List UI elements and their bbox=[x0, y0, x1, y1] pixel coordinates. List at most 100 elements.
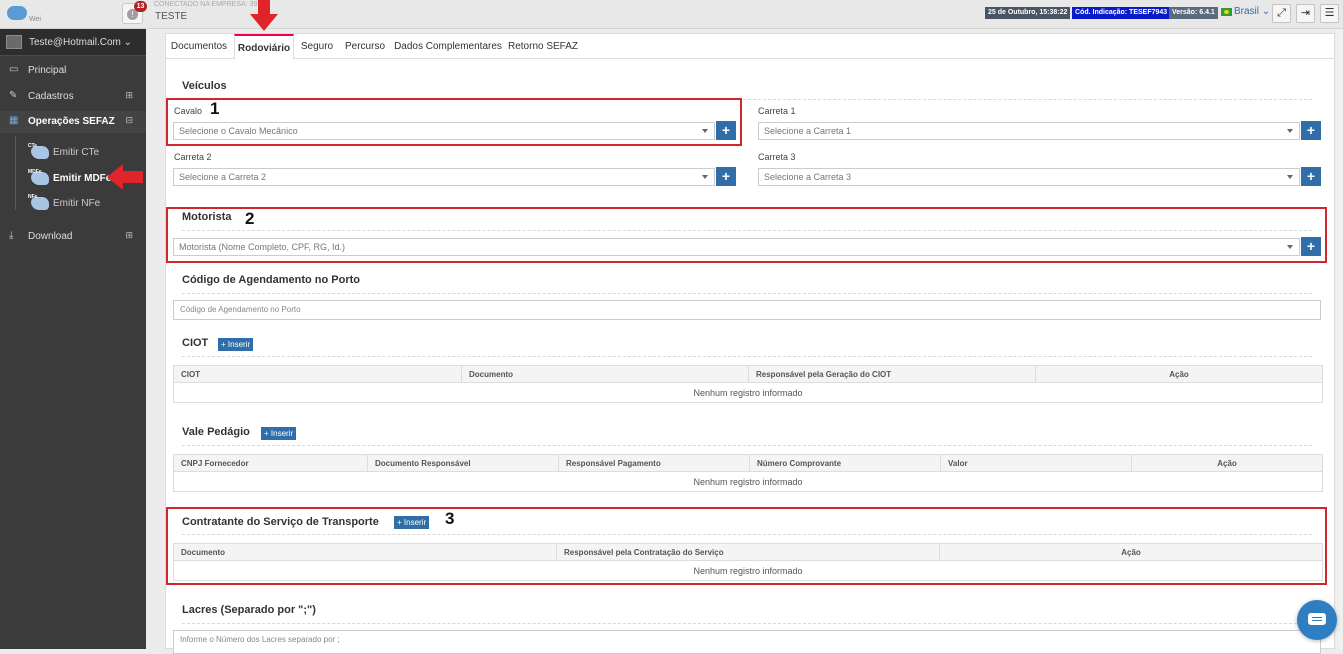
sidebar-subitem-label: Emitir CTe bbox=[53, 147, 100, 158]
ciot-title: CIOT bbox=[182, 337, 209, 349]
carreta2-label: Carreta 2 bbox=[174, 152, 212, 162]
annotation-box-1 bbox=[166, 98, 742, 146]
logout-icon: ⇥ bbox=[1300, 7, 1311, 19]
avatar bbox=[6, 35, 22, 49]
chat-button[interactable] bbox=[1297, 600, 1337, 640]
annotation-number-1: 1 bbox=[210, 99, 220, 118]
divider bbox=[182, 445, 1312, 446]
add-carreta1-button[interactable]: + bbox=[1301, 121, 1321, 140]
chat-icon bbox=[1308, 613, 1326, 625]
top-bar: Wei ! 13 CONECTADO NA EMPRESA: 39 TESTE … bbox=[0, 0, 1343, 31]
sidebar-subitem-label: Emitir NFe bbox=[53, 198, 101, 209]
user-menu[interactable]: Teste@Hotmail.Com ⌄ bbox=[0, 29, 146, 56]
chevron-down-icon: ⌄ bbox=[1261, 6, 1271, 17]
tab-retorno-sefaz[interactable]: Retorno SEFAZ bbox=[507, 34, 579, 59]
brazil-flag-icon bbox=[1221, 8, 1232, 16]
expand-icon: ⊞ bbox=[125, 230, 133, 240]
tab-dados-complementares[interactable]: Dados Complementares bbox=[393, 34, 503, 59]
caret-down-icon bbox=[1287, 175, 1293, 179]
carreta2-select[interactable]: Selecione a Carreta 2 bbox=[173, 168, 715, 186]
sidebar-item-label: Download bbox=[28, 231, 73, 242]
add-carreta2-button[interactable]: + bbox=[716, 167, 736, 186]
tab-documentos[interactable]: Documentos bbox=[166, 34, 232, 59]
column-header: Ação bbox=[1217, 459, 1237, 468]
ciot-insert-button[interactable]: + Inserir bbox=[218, 338, 254, 351]
expand-icon: ⤢ bbox=[1277, 7, 1286, 19]
table-header: CNPJ Fornecedor Documento Responsável Re… bbox=[174, 455, 1322, 472]
tab-percurso[interactable]: Percurso bbox=[342, 34, 388, 59]
lacres-title: Lacres (Separado por ";") bbox=[182, 604, 316, 616]
app-logo[interactable]: Wei bbox=[7, 4, 41, 26]
sidebar-subitem-label: Emitir MDFe bbox=[53, 173, 112, 184]
column-header: Documento Responsável bbox=[368, 455, 559, 472]
pedagio-table: CNPJ Fornecedor Documento Responsável Re… bbox=[173, 454, 1323, 492]
ciot-table: CIOT Documento Responsável pela Geração … bbox=[173, 365, 1323, 403]
agendamento-input[interactable]: Código de Agendamento no Porto bbox=[173, 300, 1321, 320]
user-email: Teste@Hotmail.Com ⌄ bbox=[29, 37, 133, 48]
collapse-icon: ⊟ bbox=[125, 115, 133, 125]
sidebar-item-download[interactable]: ⤓ Download ⊞ bbox=[0, 226, 146, 248]
sidebar-item-cadastros[interactable]: ✎ Cadastros ⊞ bbox=[0, 86, 146, 108]
lacres-textarea[interactable]: Informe o Número dos Lacres separado por… bbox=[173, 630, 1321, 654]
agendamento-title: Código de Agendamento no Porto bbox=[182, 274, 361, 286]
sidebar-item-label: Principal bbox=[28, 65, 67, 76]
red-arrow-down-annotation bbox=[250, 0, 278, 31]
hamburger-icon: ☰ bbox=[1324, 7, 1335, 19]
company-name: TESTE bbox=[155, 11, 188, 22]
sidebar-item-label: Cadastros bbox=[28, 91, 74, 102]
fullscreen-button[interactable]: ⤢ bbox=[1272, 4, 1291, 23]
pedagio-title: Vale Pedágio bbox=[182, 426, 250, 438]
caret-down-icon bbox=[1287, 129, 1293, 133]
logout-button[interactable]: ⇥ bbox=[1296, 4, 1315, 23]
column-header: Valor bbox=[941, 455, 1132, 472]
column-header: Ação bbox=[1169, 370, 1189, 379]
tab-bar: Documentos Rodoviário Seguro Percurso Da… bbox=[166, 34, 1334, 60]
column-header: Responsável Pagamento bbox=[559, 455, 750, 472]
carreta1-select[interactable]: Selecione a Carreta 1 bbox=[758, 122, 1300, 140]
brazil-map-icon: CTe bbox=[28, 143, 49, 159]
tab-seguro[interactable]: Seguro bbox=[296, 34, 338, 59]
divider bbox=[182, 623, 1312, 624]
pedagio-insert-button[interactable]: + Inserir bbox=[261, 427, 297, 440]
company-connected-label: CONECTADO NA EMPRESA: 39 bbox=[154, 1, 258, 8]
notification-count-badge: 13 bbox=[134, 1, 147, 12]
caret-down-icon bbox=[702, 175, 708, 179]
windows-icon: ▦ bbox=[9, 115, 19, 126]
carreta3-label: Carreta 3 bbox=[758, 152, 796, 162]
monitor-icon: ▭ bbox=[9, 64, 19, 75]
sidebar-subitem-emitir-cte[interactable]: CTe Emitir CTe bbox=[0, 142, 146, 164]
divider bbox=[182, 293, 1312, 294]
referral-code-badge: Cód. Indicação: TESEF7943 bbox=[1072, 7, 1171, 19]
tab-rodoviario[interactable]: Rodoviário bbox=[234, 34, 294, 60]
add-carreta3-button[interactable]: + bbox=[1301, 167, 1321, 186]
column-header: CNPJ Fornecedor bbox=[174, 455, 368, 472]
column-header: Documento bbox=[462, 366, 749, 383]
logo-subtext: Wei bbox=[29, 16, 41, 23]
carreta3-select[interactable]: Selecione a Carreta 3 bbox=[758, 168, 1300, 186]
sidebar-item-operacoes-sefaz[interactable]: ▦ Operações SEFAZ ⊟ bbox=[0, 111, 146, 133]
expand-icon: ⊞ bbox=[125, 90, 133, 100]
sidebar-item-label: Operações SEFAZ bbox=[28, 116, 115, 127]
page-scrollbar[interactable] bbox=[1336, 29, 1343, 649]
empty-row: Nenhum registro informado bbox=[693, 388, 803, 398]
sidebar-item-principal[interactable]: ▭ Principal bbox=[0, 60, 146, 82]
sidebar: Teste@Hotmail.Com ⌄ ▭ Principal ✎ Cadast… bbox=[0, 29, 146, 649]
brazil-map-icon: NFe bbox=[28, 194, 49, 210]
main-content: Documentos Rodoviário Seguro Percurso Da… bbox=[155, 33, 1343, 654]
edit-icon: ✎ bbox=[9, 90, 18, 101]
datetime-badge: 25 de Outubro, 15:38:22 bbox=[985, 7, 1071, 19]
sidebar-subitem-emitir-nfe[interactable]: NFe Emitir NFe bbox=[0, 193, 146, 215]
annotation-box-3 bbox=[166, 507, 1327, 585]
veiculos-title: Veículos bbox=[182, 80, 227, 92]
table-header: CIOT Documento Responsável pela Geração … bbox=[174, 366, 1322, 383]
cloud-logo-icon bbox=[7, 6, 27, 20]
download-icon: ⤓ bbox=[9, 230, 14, 241]
annotation-number-2: 2 bbox=[245, 209, 255, 228]
red-arrow-left-annotation bbox=[107, 164, 143, 190]
divider bbox=[182, 356, 1312, 357]
notifications-button[interactable]: ! 13 bbox=[122, 1, 147, 24]
language-selector[interactable]: Brasil ⌄ bbox=[1234, 6, 1270, 17]
version-badge: Versão: 6.4.1 bbox=[1169, 7, 1218, 19]
menu-button[interactable]: ☰ bbox=[1320, 4, 1339, 23]
brazil-map-icon: MDFe bbox=[28, 169, 49, 185]
